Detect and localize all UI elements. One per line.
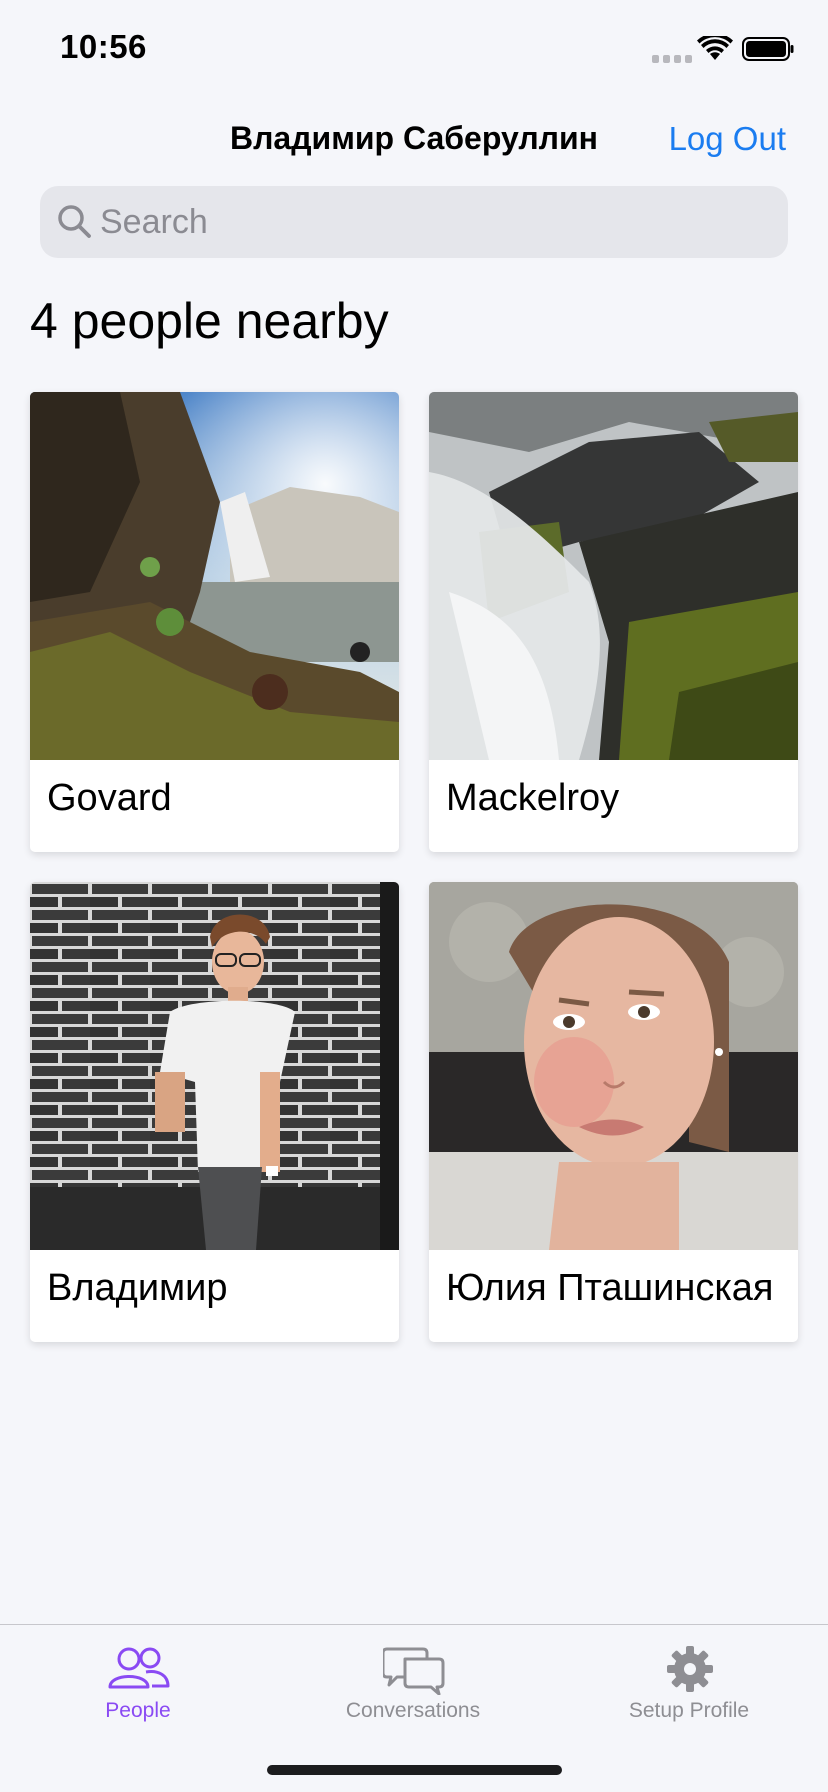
woman-selfie-image [429, 882, 798, 1250]
person-name: Юлия Пташинская [446, 1267, 774, 1309]
person-photo [30, 882, 399, 1250]
tab-label: People [105, 1699, 171, 1722]
person-name: Mackelroy [446, 777, 620, 819]
signal-icon [652, 55, 692, 63]
person-photo [30, 392, 399, 760]
tab-label: Setup Profile [628, 1699, 750, 1722]
home-indicator [267, 1765, 562, 1775]
tab-label: Conversations [345, 1699, 481, 1722]
tab-setup-profile[interactable]: Setup Profile [559, 1625, 819, 1745]
man-brick-wall-image [30, 882, 399, 1250]
search-icon [58, 205, 91, 238]
search-input[interactable] [100, 186, 770, 258]
person-photo [429, 392, 798, 760]
gear-icon [667, 1646, 713, 1692]
status-time: 10:56 [60, 28, 147, 65]
status-bar: 10:56 [0, 0, 828, 100]
chat-bubbles-icon [383, 1647, 445, 1695]
waterfall-landscape-image [30, 392, 399, 760]
search-bar[interactable] [40, 186, 788, 258]
person-name: Govard [47, 777, 172, 819]
battery-icon [742, 37, 794, 61]
section-title: 4 people nearby [30, 293, 389, 349]
person-card-2[interactable]: Mackelroy [429, 392, 798, 852]
people-icon [108, 1647, 170, 1689]
nav-title: Владимир Саберуллин [229, 120, 598, 156]
waterfall-rocks-image [429, 392, 798, 760]
logout-button[interactable]: Log Out [669, 120, 786, 158]
tab-conversations[interactable]: Conversations [283, 1625, 543, 1745]
app-screen: 10:56 Владимир Саберуллин Log Out 4 p [0, 0, 828, 1792]
person-photo [429, 882, 798, 1250]
wifi-icon [697, 36, 733, 60]
person-card-1[interactable]: Govard [30, 392, 399, 852]
tab-people[interactable]: People [8, 1625, 268, 1745]
person-card-4[interactable]: Юлия Пташинская [429, 882, 798, 1342]
person-card-3[interactable]: Владимир [30, 882, 399, 1342]
person-name: Владимир [47, 1267, 228, 1309]
